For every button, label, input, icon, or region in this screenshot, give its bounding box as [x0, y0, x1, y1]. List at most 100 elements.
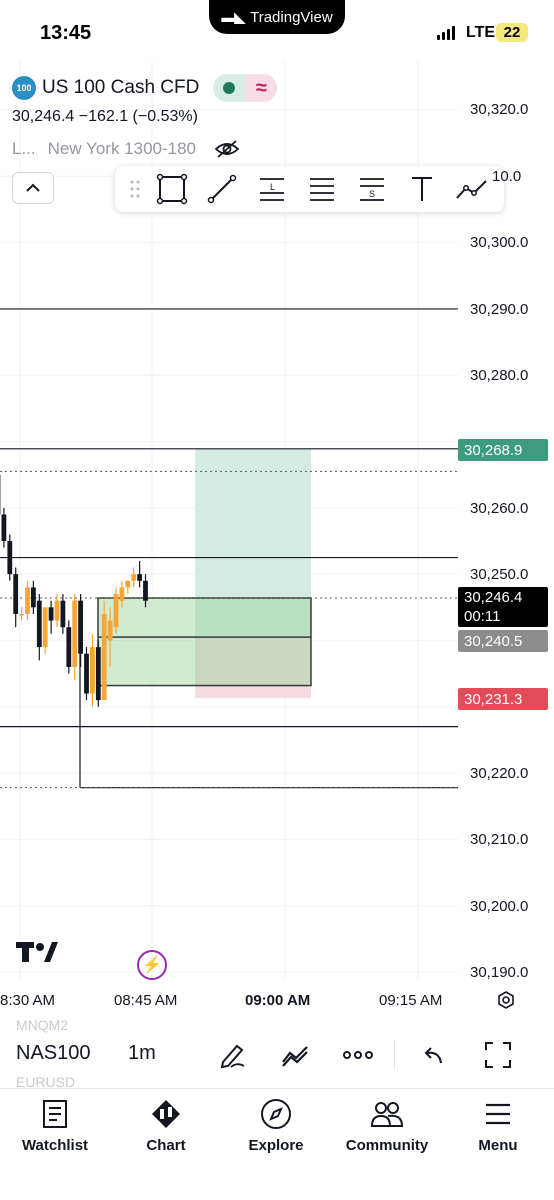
tab-menu[interactable]: Menu	[443, 1097, 553, 1154]
session-prefix: L...	[12, 139, 36, 158]
status-bar: 13:45 ▬◣ TradingView LTE 22	[0, 0, 554, 60]
more-icon[interactable]	[341, 1038, 375, 1072]
collapse-button[interactable]	[12, 172, 54, 204]
candle-body	[131, 574, 137, 581]
price-axis-label: 10.0	[492, 168, 522, 185]
candle-body	[36, 600, 42, 648]
tradingview-logo-icon: ▬◣	[221, 8, 245, 25]
long-position-icon: L	[260, 178, 284, 201]
tab-label: Chart	[146, 1137, 186, 1154]
toolbar-divider	[394, 1040, 395, 1070]
parallel-channel-tool[interactable]	[297, 166, 347, 212]
symbol-name[interactable]: US 100 Cash CFD	[42, 77, 199, 99]
symbol-price: 30,246.4 −162.1 (−0.53%)	[12, 108, 198, 125]
price-axis-label: 30,300.0	[470, 234, 529, 251]
market-open-icon	[213, 74, 246, 102]
candle-body	[113, 594, 119, 628]
price-axis-label: 30,250.0	[470, 566, 529, 583]
text-icon	[412, 177, 432, 201]
interval-selector[interactable]: 1m	[128, 1042, 156, 1065]
tab-label: Menu	[478, 1137, 518, 1154]
candle-body	[95, 647, 101, 701]
price-axis-label: 30,260.0	[470, 500, 529, 517]
tab-chart[interactable]: Chart	[111, 1097, 221, 1154]
undo-icon[interactable]	[416, 1038, 450, 1072]
parallel-channel-icon	[310, 178, 334, 201]
chart-settings-icon[interactable]	[496, 990, 516, 1010]
candle-body	[78, 600, 83, 654]
candle-body	[143, 580, 148, 601]
time-axis-label: 09:00 AM	[245, 992, 311, 1009]
session-row: L... New York 1300-180	[12, 139, 240, 159]
current-price: 30,246.4	[464, 589, 523, 606]
status-time: 13:45	[40, 22, 92, 44]
short-position-tool[interactable]: S	[347, 166, 397, 212]
chart-bottom-toolbar: NAS100 1m	[0, 1030, 554, 1080]
price-axis-label: 30,220.0	[470, 765, 529, 782]
chevron-up-icon	[26, 183, 40, 192]
flash-icon[interactable]: ⚡	[137, 950, 167, 980]
tab-community[interactable]: Community	[332, 1097, 442, 1154]
indicators-icon[interactable]	[278, 1038, 312, 1072]
candle-body	[101, 613, 107, 701]
trend-line-tool[interactable]	[197, 166, 247, 212]
candle-body	[13, 574, 19, 614]
svg-text:S: S	[369, 189, 375, 199]
symbol-badge: 100	[12, 76, 36, 100]
tab-label: Community	[345, 1137, 429, 1154]
tab-watchlist[interactable]: Watchlist	[0, 1097, 110, 1154]
drag-handle-icon[interactable]	[123, 166, 147, 212]
symbol-selector[interactable]: NAS100	[16, 1042, 91, 1065]
candle-body	[66, 627, 72, 667]
price-axis-label: 30,200.0	[470, 898, 529, 915]
candle-body	[72, 600, 78, 667]
trend-line-icon	[207, 174, 237, 204]
candle-body	[7, 541, 13, 575]
hamburger-icon	[481, 1097, 515, 1131]
candle-body	[1, 514, 7, 541]
time-axis-label: 8:30 AM	[0, 992, 56, 1009]
signal-icon	[437, 26, 455, 40]
entry-price-tag[interactable]: 30,240.5	[458, 630, 548, 652]
candle-body	[42, 607, 48, 648]
candle-body	[125, 580, 131, 588]
tab-label: Watchlist	[21, 1137, 89, 1154]
brand-name: TradingView	[250, 8, 333, 26]
price-axis-label: 30,190.0	[470, 964, 529, 981]
rectangle-icon	[156, 173, 188, 205]
candle-body	[54, 600, 60, 621]
current-price-tag: 30,246.4 00:11	[458, 587, 548, 627]
drawing-toolbar: L S	[115, 166, 504, 212]
pen-icon[interactable]	[215, 1038, 249, 1072]
bottom-tab-bar: Watchlist Chart Explore Community Menu	[0, 1088, 554, 1200]
price-axis-label: 30,210.0	[470, 831, 529, 848]
eye-off-icon[interactable]	[214, 139, 240, 159]
short-position-icon: S	[360, 178, 384, 201]
price-axis-label: 30,280.0	[470, 367, 529, 384]
symbol-header[interactable]: 100 US 100 Cash CFD ≈	[12, 74, 278, 102]
time-axis-label: 08:45 AM	[114, 992, 178, 1009]
path-icon	[456, 180, 487, 199]
rectangle-tool[interactable]	[147, 166, 197, 212]
price-axis-label: 30,320.0	[470, 101, 529, 118]
wave-icon: ≈	[245, 74, 278, 102]
candle-body	[84, 653, 89, 694]
candle-body	[19, 613, 24, 616]
bar-countdown: 00:11	[464, 608, 501, 625]
target-price-tag[interactable]: 30,268.9	[458, 439, 548, 461]
text-tool[interactable]	[397, 166, 447, 212]
time-axis-label: 09:15 AM	[379, 992, 443, 1009]
path-tool[interactable]	[447, 166, 497, 212]
tab-explore[interactable]: Explore	[221, 1097, 331, 1154]
fullscreen-icon[interactable]	[481, 1038, 515, 1072]
market-status-pill[interactable]: ≈	[213, 74, 278, 102]
candle-body	[90, 647, 95, 694]
svg-text:L: L	[270, 182, 275, 192]
candle-body	[60, 600, 66, 628]
candle-body	[137, 574, 142, 581]
stop-price-tag[interactable]: 30,231.3	[458, 688, 548, 710]
candle-body	[107, 620, 113, 641]
chart-icon	[149, 1097, 183, 1131]
range-box	[97, 597, 312, 687]
long-position-tool[interactable]: L	[247, 166, 297, 212]
